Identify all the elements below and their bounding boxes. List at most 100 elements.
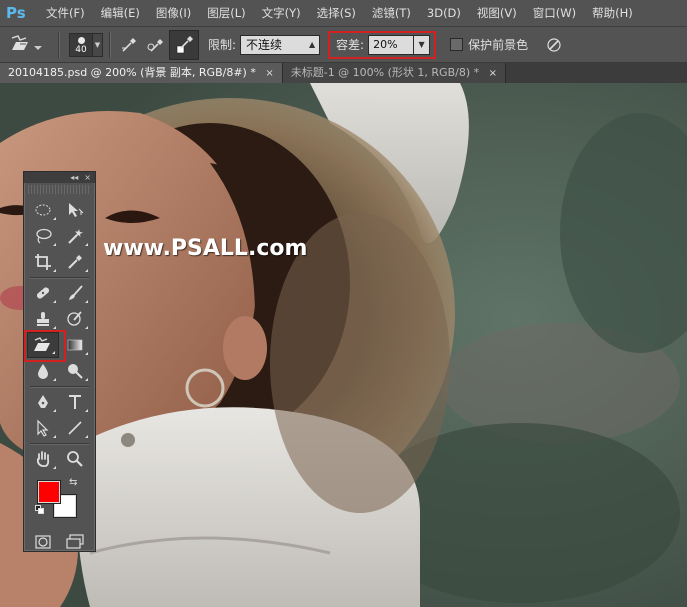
menu-layer[interactable]: 图层(L) (199, 0, 253, 27)
path-select-icon (37, 419, 49, 437)
pressure-pen-icon (547, 37, 561, 52)
stamp-icon (37, 312, 49, 326)
crop-tool[interactable] (27, 249, 59, 275)
tablet-pressure-button[interactable] (542, 33, 566, 57)
move-tool[interactable] (59, 197, 91, 223)
path-selection-tool[interactable] (27, 415, 59, 441)
brush-size: 40 (75, 44, 87, 55)
history-brush-icon (67, 311, 82, 326)
crop-icon (35, 254, 51, 270)
watermark-text: www.PSALL.com (103, 236, 308, 261)
close-icon[interactable]: × (489, 68, 497, 79)
zoom-icon (67, 451, 83, 467)
limit-select[interactable]: 不连续 ▲ (240, 34, 321, 55)
collapse-icon[interactable]: ◂◂ (70, 173, 78, 182)
tool-preset-picker[interactable] (8, 31, 52, 59)
gradient-tool[interactable] (59, 332, 91, 358)
history-brush-tool[interactable] (59, 306, 91, 332)
tab-document-1[interactable]: 20104185.psd @ 200% (背景 副本, RGB/8#) * × (0, 63, 283, 83)
options-bar: 40 ▼ 限制: 不连续 ▲ 容差: 20% ▼ 保护前景色 (0, 27, 687, 63)
healing-brush-tool[interactable] (27, 280, 59, 306)
background-eraser-icon (11, 34, 42, 50)
eyedropper-icon (68, 255, 82, 269)
close-icon[interactable]: × (265, 68, 273, 79)
type-tool[interactable] (59, 389, 91, 415)
sampling-continuous-button[interactable] (117, 33, 141, 57)
magic-wand-icon (68, 229, 83, 244)
separator (109, 31, 110, 58)
gradient-icon (67, 339, 83, 351)
screen-mode-button[interactable] (59, 529, 91, 555)
tolerance-input[interactable]: 20% (368, 34, 415, 55)
tools-panel: ◂◂ × ⇆ (23, 171, 96, 552)
tab-title: 未标题-1 @ 100% (形状 1, RGB/8) * (290, 66, 480, 79)
updown-arrow-icon: ▲ (308, 40, 316, 49)
drop-icon (38, 364, 48, 379)
photoshop-logo: Ps (6, 4, 26, 22)
menu-edit[interactable]: 编辑(E) (93, 0, 148, 27)
line-tool[interactable] (59, 415, 91, 441)
pen-icon (38, 395, 48, 408)
lasso-tool[interactable] (27, 223, 59, 249)
line-icon (68, 421, 82, 435)
menu-select[interactable]: 选择(S) (309, 0, 364, 27)
protect-foreground-checkbox[interactable] (450, 38, 464, 51)
menu-image[interactable]: 图像(I) (148, 0, 199, 27)
pen-tool[interactable] (27, 389, 59, 415)
tolerance-dropdown[interactable]: ▼ (414, 34, 431, 55)
menu-type[interactable]: 文字(Y) (254, 0, 309, 27)
color-swatches: ⇆ (27, 475, 92, 527)
document-tabs: 20104185.psd @ 200% (背景 副本, RGB/8#) * × … (0, 63, 687, 83)
screen-mode-icon (66, 534, 84, 549)
separator (58, 31, 59, 58)
sampling-once-button[interactable] (143, 33, 167, 57)
limit-label: 限制: (208, 38, 237, 52)
move-icon (69, 203, 84, 217)
menu-view[interactable]: 视图(V) (469, 0, 525, 27)
quick-mask-icon (35, 535, 51, 549)
protect-foreground-label: 保护前景色 (468, 38, 529, 52)
background-eraser-icon (34, 337, 50, 351)
brush-preset-picker[interactable]: 40 (69, 32, 93, 57)
tolerance-label: 容差: (336, 38, 365, 52)
background-eraser-tool[interactable] (24, 330, 66, 362)
sampling-background-swatch-button[interactable] (169, 29, 199, 60)
menu-file[interactable]: 文件(F) (38, 0, 93, 27)
tab-document-2[interactable]: 未标题-1 @ 100% (形状 1, RGB/8) * × (282, 63, 507, 83)
menu-filter[interactable]: 滤镜(T) (364, 0, 419, 27)
eyedropper-tool[interactable] (59, 249, 91, 275)
tools-panel-header[interactable]: ◂◂ × (24, 172, 95, 183)
zoom-tool[interactable] (59, 446, 91, 472)
foreground-color-swatch[interactable] (38, 481, 60, 503)
eyedropper-background-icon (176, 35, 193, 53)
photo-artwork (0, 83, 687, 607)
close-icon[interactable]: × (84, 173, 91, 182)
brush-icon (69, 285, 83, 300)
dodge-tool[interactable] (59, 358, 91, 384)
brush-tool[interactable] (59, 280, 91, 306)
menu-3d[interactable]: 3D(D) (419, 0, 469, 27)
blur-tool[interactable] (27, 358, 59, 384)
magic-wand-tool[interactable] (59, 223, 91, 249)
eyedropper-once-icon (147, 38, 163, 52)
hand-tool[interactable] (27, 446, 59, 472)
marquee-icon (35, 204, 51, 216)
tab-title: 20104185.psd @ 200% (背景 副本, RGB/8#) * (8, 66, 256, 79)
brush-preset-dropdown[interactable]: ▼ (93, 32, 103, 57)
panel-grip[interactable] (28, 185, 91, 194)
menu-help[interactable]: 帮助(H) (584, 0, 641, 27)
hand-icon (36, 451, 50, 467)
brush-dot-icon (78, 36, 85, 44)
marquee-tool[interactable] (27, 197, 59, 223)
lasso-icon (36, 228, 52, 244)
swap-colors-icon[interactable]: ⇆ (69, 477, 77, 488)
bandage-icon (36, 287, 50, 299)
menu-window[interactable]: 窗口(W) (525, 0, 584, 27)
quick-mask-button[interactable] (27, 529, 59, 555)
tolerance-group: 容差: 20% ▼ (328, 30, 437, 59)
dodge-icon (68, 364, 83, 379)
default-colors-icon[interactable] (35, 505, 45, 515)
type-icon (69, 395, 81, 409)
clone-stamp-tool[interactable] (27, 306, 59, 332)
document-canvas[interactable]: www.PSALL.com (0, 83, 687, 607)
